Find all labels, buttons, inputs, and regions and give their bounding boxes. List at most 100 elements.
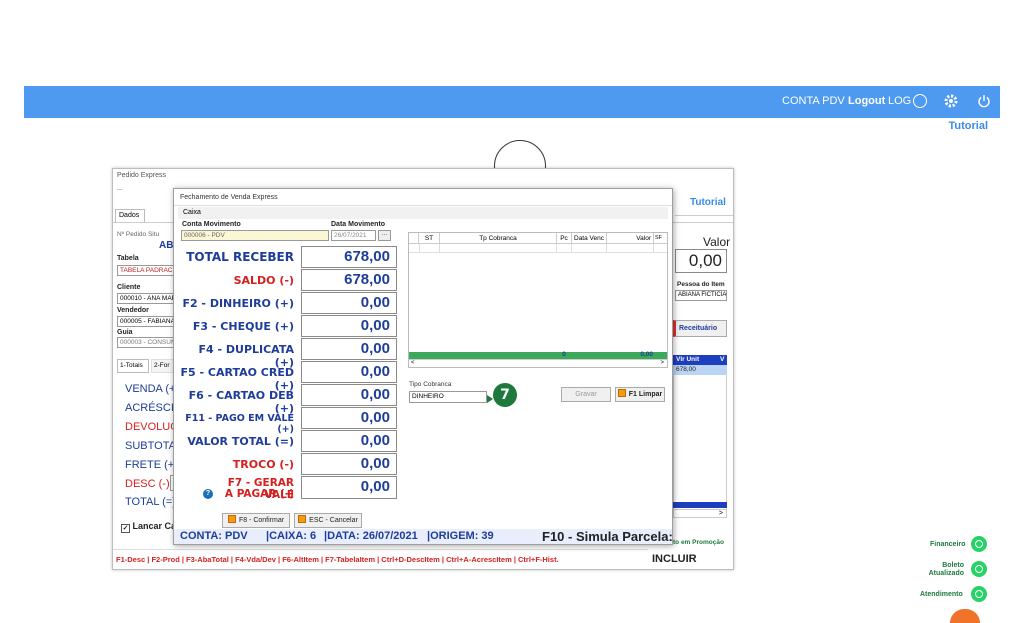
receituario-button[interactable]: Receituário [673,320,727,337]
simula-parcelas-text: F10 - Simula Parcela: [542,529,673,544]
grid-scrollbar[interactable]: > [673,509,727,518]
boleto-label: Boleto [942,562,964,569]
status-origem: |ORIGEM: 39 [427,530,494,542]
tutorial-link[interactable]: Tutorial [948,120,988,132]
status-conta: CONTA: PDV [180,530,248,542]
conta-movimento-input[interactable]: 000006 - PDV [181,230,329,241]
total-receber-label: TOTAL RECEBER [186,250,294,264]
guia-input[interactable]: 000003 - CONSUMI [117,337,177,348]
divider [174,205,672,206]
atendimento-label: Atendimento [920,591,963,598]
pessoa-item-input[interactable]: ABIANA FICTICIA [675,290,727,301]
conta-pdv-link[interactable]: CONTA PDV [782,95,845,107]
conta-movimento-label: Conta Movimento [182,221,241,228]
whatsapp-boleto-icon[interactable] [971,561,987,577]
gear-icon[interactable] [944,94,958,108]
cartao-cred-input[interactable]: 0,00 [301,361,397,383]
modal-title: Fechamento de Venda Express [180,194,278,201]
guia-label: Guia [117,329,133,336]
cliente-label: Cliente [117,284,141,291]
incluir-button[interactable]: INCLUIR [648,549,733,569]
valor-input[interactable]: 0,00 [675,249,727,273]
log-link[interactable]: LOG [888,95,911,107]
cartao-deb-label: F6 - CARTAO DEB (+) [188,389,294,415]
valores-panel: TOTAL RECEBER 678,00 SALDO (-) 678,00 F2… [178,246,402,510]
user-icon[interactable] [913,94,927,108]
gravar-button[interactable]: Gravar [561,387,611,402]
situacao-label: Situ [147,231,160,238]
help-icon[interactable]: ? [203,489,213,499]
vendedor-input[interactable]: 000005 - FABIANA [117,316,177,327]
whatsapp-atendimento-icon[interactable] [971,586,987,602]
chat-icon[interactable] [950,609,980,623]
saldo-value: 678,00 [301,269,397,291]
modal-status-bar: CONTA: PDV |CAIXA: 6 |DATA: 26/07/2021 |… [174,529,673,544]
status-caixa: |CAIXA: 6 [266,530,317,542]
gerar-vale-value[interactable]: 0,00 [301,476,397,499]
grid-hscrollbar[interactable]: < > [409,359,667,367]
cobranca-grid-header: ST Tp Cobranca Pc Data Venc Valor SF [409,233,667,244]
tab-totais[interactable]: 1-Totais [117,359,149,373]
tipo-cobranca-label: Tipo Cobranca [409,381,452,388]
tab-caixa[interactable]: Caixa [178,207,406,219]
data-movimento-label: Data Movimento [331,221,386,228]
col-st: ST [424,235,434,242]
logout-link[interactable]: Logout [848,95,885,107]
cartao-deb-input[interactable]: 0,00 [301,384,397,406]
n-pedido-label: Nº Pedido [117,231,147,238]
troco-value: 0,00 [301,453,397,475]
frete-label: FRETE (+) [125,459,178,471]
dinheiro-input[interactable]: 0,00 [301,292,397,314]
total-receber-value: 678,00 [301,246,397,268]
total-label: TOTAL (=) [125,496,176,508]
tabela-input[interactable]: TABELA PADRAC [117,265,177,276]
power-icon[interactable] [977,94,991,108]
grid-footer-bar [673,502,727,508]
confirm-icon [227,515,236,523]
dots: ... [117,185,123,192]
financeiro-label: Financeiro [930,541,966,548]
tipo-cobranca-input[interactable]: DINHEIRO [409,391,487,403]
shortcut-text: F1-Desc | F2-Prod | F3-AbaTotal | F4-Vda… [116,555,559,564]
duplicata-input[interactable]: 0,00 [301,338,397,360]
lancar-checkbox[interactable]: ✓ [121,524,130,533]
cancelar-button[interactable]: ESC - Cancelar [294,513,362,528]
valor-label: Valor [703,235,731,249]
col-tp-cobranca: Tp Cobranca [479,235,517,242]
tab-dados[interactable]: Dados [115,209,145,222]
saldo-label: SALDO (-) [233,274,294,287]
calendar-button[interactable]: ··· [378,230,391,241]
tabela-label: Tabela [117,255,139,262]
limpar-button[interactable]: F1 Limpar [615,387,665,402]
whatsapp-financeiro-icon[interactable] [971,536,987,552]
tutorial-window-link[interactable]: Tutorial [690,197,726,208]
pago-vale-input[interactable]: 0,00 [301,407,397,429]
top-navbar: CONTA PDV Logout LOG [24,86,1000,118]
status-data: |DATA: 26/07/2021 [324,530,418,542]
table-row[interactable] [409,244,667,253]
lancar-label: Lancar Cai [132,521,179,531]
confirmar-label: F8 - Confirmar [238,517,285,524]
tab-formas[interactable]: 2-For [151,359,175,373]
confirmar-button[interactable]: F8 - Confirmar [222,513,290,528]
gerar-vale-label-2: A PAGAR (-) [224,488,294,500]
cliente-input[interactable]: 000010 - ANA MAR [117,293,177,304]
col-pc: Pc [560,235,568,242]
items-grid-header: Vlr Unit V [673,355,727,365]
data-movimento-input[interactable]: 26/07/2021 [331,230,376,241]
cheque-input[interactable]: 0,00 [301,315,397,337]
valor-total-value: 0,00 [301,430,397,452]
vlr-unit-cell: 678,00 [676,366,696,373]
v-header: V [720,356,725,363]
fechamento-venda-modal: Fechamento de Venda Express Caixa Conta … [173,188,673,545]
table-row[interactable]: 678,00 [673,365,727,375]
promocao-label: to em Promoção [673,539,724,546]
col-data-venc: Data Venc [574,235,604,242]
limpar-label: F1 Limpar [628,391,663,398]
grid-footer: 0 0,00 [409,351,667,359]
shortcut-bar: F1-Desc | F2-Prod | F3-AbaTotal | F4-Vda… [113,549,648,569]
pago-vale-label: F11 - PAGO EM VALE (+) [185,413,294,435]
step-badge: 7 [493,383,517,407]
col-sf: SF [655,235,663,241]
desc-label: DESC (-) [125,478,170,490]
